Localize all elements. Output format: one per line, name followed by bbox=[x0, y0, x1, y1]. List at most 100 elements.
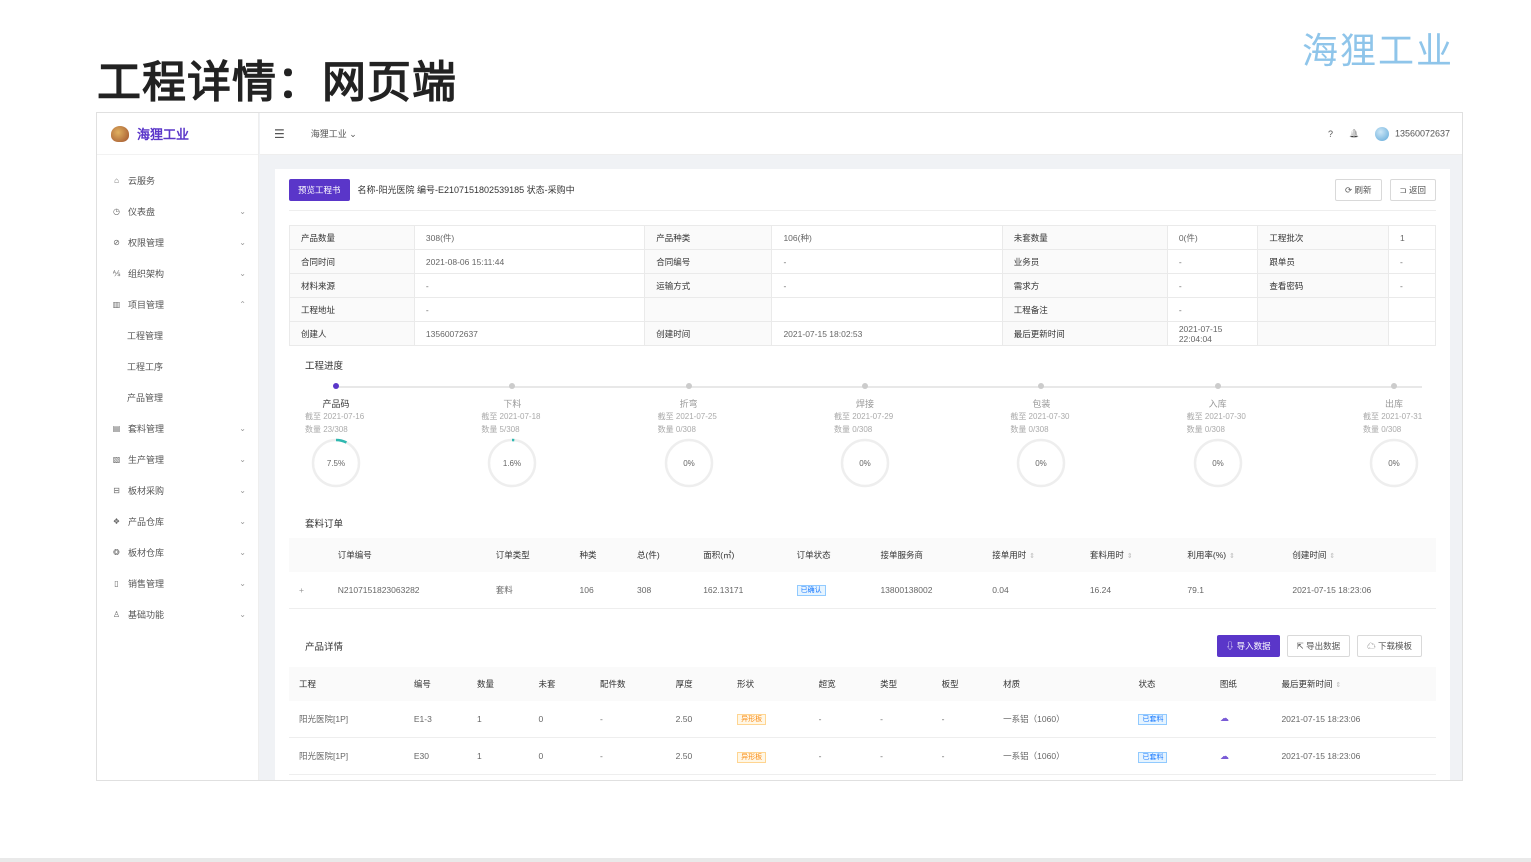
sidebar-item[interactable]: 工程工序 bbox=[97, 351, 258, 382]
order-column-header[interactable]: 创建时间 ⇕ bbox=[1282, 538, 1436, 572]
order-column-header[interactable]: 接单用时 ⇕ bbox=[982, 538, 1080, 572]
sidebar-item[interactable]: ⅍ 组织架构 ⌄ bbox=[97, 258, 258, 289]
sidebar-item-label: 基础功能 bbox=[128, 610, 165, 620]
product-column-header: 图纸 bbox=[1209, 666, 1272, 701]
sidebar-item-label: 工程管理 bbox=[127, 331, 164, 341]
sidebar-item-label: 项目管理 bbox=[128, 300, 165, 310]
sidebar-item[interactable]: ▧ 生产管理 ⌄ bbox=[97, 444, 258, 475]
info-label: 工程备注 bbox=[1001, 297, 1168, 322]
cloud-download-icon[interactable]: ☁ bbox=[1220, 751, 1229, 761]
sidebar-item[interactable]: ▯ 销售管理 ⌄ bbox=[97, 568, 258, 599]
step-percent: 0% bbox=[1212, 459, 1224, 468]
product-column-header[interactable]: 最后更新时间 ⇕ bbox=[1271, 666, 1436, 701]
help-icon[interactable]: ? bbox=[1328, 129, 1333, 139]
beaver-logo-icon bbox=[111, 125, 129, 142]
user-menu[interactable]: 13560072637 bbox=[1374, 126, 1450, 141]
order-column-header bbox=[289, 538, 328, 572]
info-label: 业务员 bbox=[1001, 249, 1168, 274]
product-cell[interactable]: ☁ bbox=[1209, 774, 1272, 780]
app-logo[interactable]: 海狸工业 bbox=[97, 113, 258, 155]
column-label: 接单服务商 bbox=[880, 550, 923, 560]
order-column-header: 订单编号 bbox=[327, 538, 486, 572]
chevron-icon: ⌄ bbox=[239, 548, 246, 557]
app-logo-text: 海狸工业 bbox=[137, 127, 190, 142]
chevron-icon: ⌄ bbox=[239, 269, 246, 278]
sidebar-item[interactable]: ▥ 项目管理 ⌃ bbox=[97, 289, 258, 320]
sidebar-item[interactable]: ❂ 板材仓库 ⌄ bbox=[97, 537, 258, 568]
menu-fold-icon[interactable]: ☰ bbox=[274, 127, 285, 141]
sidebar-item[interactable]: ♙ 基础功能 ⌄ bbox=[97, 599, 258, 630]
sort-icon[interactable]: ⇕ bbox=[1229, 553, 1235, 560]
sidebar-item[interactable]: ❖ 产品仓库 ⌄ bbox=[97, 506, 258, 537]
column-label: 订单类型 bbox=[495, 550, 530, 560]
chevron-icon: ⌄ bbox=[239, 579, 246, 588]
bell-icon[interactable]: 🔔 bbox=[1349, 129, 1359, 138]
step-deadline: 截至 2021-07-31 bbox=[1363, 412, 1423, 421]
sort-icon[interactable]: ⇕ bbox=[1335, 682, 1341, 689]
table-row: 阳光医院[1P] E30 1 0 - 2.50 异形板 - - - 一系铝（1060） 已套料 ☁ 202… bbox=[289, 737, 1436, 775]
sidebar-item[interactable]: ◷ 仪表盘 ⌄ bbox=[97, 196, 258, 227]
sort-icon[interactable]: ⇕ bbox=[1029, 553, 1035, 560]
progress-step: 包装 截至 2021-07-30 数量 0/308 0% bbox=[996, 382, 1086, 488]
product-column-header: 类型 bbox=[870, 666, 932, 701]
cell-text: 套料 bbox=[495, 584, 513, 595]
order-cell: 79.1 bbox=[1177, 572, 1283, 609]
info-value: 106(种) bbox=[771, 225, 1003, 250]
status-badge: 已套料 bbox=[1138, 714, 1168, 726]
expand-icon[interactable]: + bbox=[299, 585, 304, 595]
info-label: 合同编号 bbox=[644, 249, 773, 274]
info-label: 工程批次 bbox=[1257, 225, 1389, 250]
step-deadline: 截至 2021-07-16 bbox=[305, 412, 365, 421]
column-label: 图纸 bbox=[1219, 678, 1237, 689]
topbar: ☰ 海狸工业 ⌄ ? 🔔 13560072637 bbox=[260, 113, 1462, 155]
sort-icon[interactable]: ⇕ bbox=[1127, 553, 1133, 560]
back-button[interactable]: ⊐ 返回 bbox=[1389, 178, 1436, 201]
column-label: 材质 bbox=[1003, 678, 1021, 689]
info-label: 合同时间 bbox=[289, 249, 415, 274]
step-dot-icon bbox=[685, 383, 692, 389]
sort-icon[interactable]: ⇕ bbox=[1329, 553, 1335, 560]
order-cell: 16.24 bbox=[1079, 572, 1178, 609]
refresh-button[interactable]: ⟳ 刷新 bbox=[1335, 178, 1382, 201]
export-data-button[interactable]: ⇱ 导出数据 bbox=[1286, 634, 1351, 657]
product-cell: 2.50 bbox=[665, 774, 728, 780]
product-cell[interactable]: ☁ bbox=[1209, 700, 1272, 738]
info-label: 材料来源 bbox=[289, 273, 415, 298]
order-column-header[interactable]: 套料用时 ⇕ bbox=[1079, 538, 1178, 572]
column-label: 最后更新时间 bbox=[1281, 678, 1333, 689]
sidebar-item[interactable]: ▤ 套料管理 ⌄ bbox=[97, 413, 258, 444]
product-cell: 0 bbox=[528, 737, 591, 775]
product-column-header: 状态 bbox=[1128, 666, 1210, 701]
company-selector[interactable]: 海狸工业 ⌄ bbox=[311, 127, 357, 140]
product-column-header: 板型 bbox=[931, 666, 994, 701]
order-column-header[interactable]: 利用率(%) ⇕ bbox=[1177, 538, 1283, 572]
product-cell: E1-3 bbox=[403, 700, 467, 738]
cell-text: - bbox=[818, 713, 822, 724]
cell-text: - bbox=[880, 713, 883, 724]
info-value: 2021-08-06 15:11:44 bbox=[413, 249, 646, 274]
sidebar-item[interactable]: ⊘ 权限管理 ⌄ bbox=[97, 227, 258, 258]
column-label: 类型 bbox=[880, 678, 898, 689]
product-column-header: 形状 bbox=[727, 666, 809, 701]
column-label: 编号 bbox=[413, 678, 431, 689]
order-header-row: 订单编号 订单类型 种类 总(件) 面积(㎡) 订单状态 接单服务商 接单用时 ⇕ 套料用时 ⇕ 利用… bbox=[289, 538, 1436, 572]
sidebar-item[interactable]: 工程管理 bbox=[97, 320, 258, 351]
product-cell: 一系铝（1060） bbox=[993, 700, 1129, 738]
menu-item-icon: ❂ bbox=[113, 548, 120, 557]
product-cell: 已套料 bbox=[1128, 700, 1210, 738]
sidebar-item[interactable]: 产品管理 bbox=[97, 382, 258, 413]
cell-text: 79.1 bbox=[1187, 584, 1204, 595]
column-label: 形状 bbox=[737, 678, 755, 689]
cell-text: - bbox=[600, 713, 603, 724]
info-label: 产品数量 bbox=[289, 225, 415, 250]
preview-project-book-button[interactable]: 预览工程书 bbox=[289, 178, 350, 201]
sidebar-item[interactable]: ⌂ 云服务 bbox=[97, 165, 258, 196]
import-data-button[interactable]: ⇩ 导入数据 bbox=[1216, 634, 1280, 657]
menu-item-icon: ▥ bbox=[112, 300, 121, 309]
cloud-download-icon[interactable]: ☁ bbox=[1220, 713, 1229, 723]
order-cell[interactable]: + bbox=[289, 572, 328, 609]
download-template-button[interactable]: ☁ 下载模板 bbox=[1357, 634, 1422, 657]
sidebar-item[interactable]: ⊟ 板材采购 ⌄ bbox=[97, 475, 258, 506]
step-progress-ring: 0% bbox=[1369, 438, 1419, 488]
product-cell[interactable]: ☁ bbox=[1209, 737, 1272, 775]
